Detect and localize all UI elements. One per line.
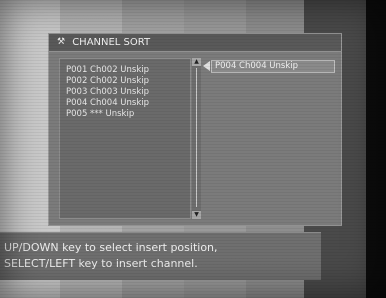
channel-list-scrollbar[interactable]: ▲ ▼: [192, 58, 201, 219]
help-line-2: SELECT/LEFT key to insert channel.: [4, 257, 198, 270]
scroll-track[interactable]: [196, 68, 197, 207]
scroll-up-arrow-icon[interactable]: ▲: [192, 58, 201, 66]
window-title-bar: ⚒ CHANNEL SORT: [49, 34, 341, 52]
channel-list[interactable]: P001 Ch002 Unskip P002 Ch002 Unskip P003 C…: [59, 58, 191, 219]
channel-sort-window: ⚒ CHANNEL SORT P001 Ch002 Unskip P002 Ch0…: [48, 33, 342, 226]
screen-edge: [366, 0, 386, 298]
channel-list-item[interactable]: P005 *** Unskip: [66, 109, 190, 120]
channel-list-item[interactable]: P001 Ch002 Unskip: [66, 65, 190, 76]
insert-pointer-icon: [203, 61, 210, 71]
help-bar: UP/DOWN key to select insert position, S…: [0, 232, 321, 280]
help-line-1: UP/DOWN key to select insert position,: [4, 241, 218, 254]
window-title: CHANNEL SORT: [72, 37, 151, 48]
channel-list-item[interactable]: P002 Ch002 Unskip: [66, 76, 190, 87]
wrench-icon: ⚒: [57, 37, 66, 47]
channel-list-item[interactable]: P003 Ch003 Unskip: [66, 87, 190, 98]
channel-list-item[interactable]: P004 Ch004 Unskip: [66, 98, 190, 109]
selected-channel-box[interactable]: P004 Ch004 Unskip: [211, 60, 335, 73]
scroll-down-arrow-icon[interactable]: ▼: [192, 211, 201, 219]
